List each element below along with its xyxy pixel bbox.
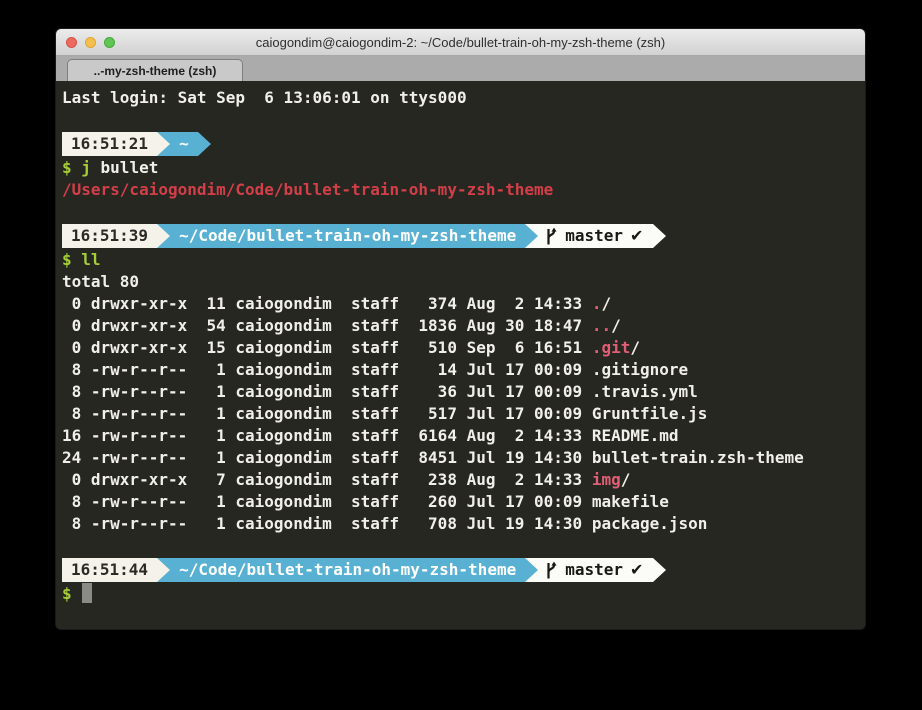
terminal-text: 8 -rw-r--r-- 1 caiogondim staff 517 Jul … — [62, 404, 592, 423]
desktop: { "window": { "title": "caiogondim@caiog… — [0, 0, 922, 710]
terminal-text: 16 -rw-r--r-- 1 caiogondim staff 6164 Au… — [62, 426, 592, 445]
prompt-git-segment: master ✔ — [538, 224, 653, 248]
terminal-text: img — [592, 470, 621, 489]
terminal-text: package.json — [592, 514, 708, 533]
powerline-arrow-icon — [653, 558, 666, 582]
terminal-text: 8 -rw-r--r-- 1 caiogondim staff 14 Jul 1… — [62, 360, 592, 379]
prompt-time-segment: 16:51:39 — [62, 224, 157, 248]
terminal-text: /Users/caiogondim/Code/bullet-train-oh-m… — [62, 180, 553, 199]
terminal-text: 24 -rw-r--r-- 1 caiogondim staff 8451 Ju… — [62, 448, 592, 467]
powerline-arrow-icon — [157, 558, 170, 582]
terminal-text: $ j — [62, 158, 91, 177]
powerline-arrow-icon — [198, 132, 211, 156]
terminal-line: 8 -rw-r--r-- 1 caiogondim staff 708 Jul … — [62, 513, 865, 535]
terminal-line: $ j bullet — [62, 157, 865, 179]
terminal-line: $ ll — [62, 249, 865, 271]
powerline-arrow-icon — [157, 132, 170, 156]
git-clean-check-icon: ✔ — [630, 558, 643, 582]
prompt-git-segment: master ✔ — [538, 558, 653, 582]
git-branch-icon — [545, 561, 558, 580]
terminal-line: 0 drwxr-xr-x 11 caiogondim staff 374 Aug… — [62, 293, 865, 315]
terminal-cursor — [82, 583, 92, 603]
window-titlebar[interactable]: caiogondim@caiogondim-2: ~/Code/bullet-t… — [56, 29, 865, 56]
terminal-line: 8 -rw-r--r-- 1 caiogondim staff 14 Jul 1… — [62, 359, 865, 381]
terminal-line: /Users/caiogondim/Code/bullet-train-oh-m… — [62, 179, 865, 201]
powerline-arrow-icon — [525, 558, 538, 582]
close-button[interactable] — [66, 37, 77, 48]
prompt-path-segment: ~ — [170, 132, 198, 156]
terminal-text: README.md — [592, 426, 679, 445]
terminal-line: total 80 — [62, 271, 865, 293]
terminal-text: .travis.yml — [592, 382, 698, 401]
terminal-text: bullet-train.zsh-theme — [592, 448, 804, 467]
terminal-line: 16 -rw-r--r-- 1 caiogondim staff 6164 Au… — [62, 425, 865, 447]
terminal-line: 8 -rw-r--r-- 1 caiogondim staff 517 Jul … — [62, 403, 865, 425]
terminal-text: .. — [592, 316, 611, 335]
prompt-path-segment: ~/Code/bullet-train-oh-my-zsh-theme — [170, 224, 525, 248]
minimize-button[interactable] — [85, 37, 96, 48]
terminal-screen[interactable]: Last login: Sat Sep 6 13:06:01 on ttys00… — [56, 81, 865, 629]
terminal-text: / — [621, 470, 631, 489]
terminal-text: 0 drwxr-xr-x 15 caiogondim staff 510 Sep… — [62, 338, 592, 357]
powerline-arrow-icon — [525, 224, 538, 248]
tab-label: ..-my-zsh-theme (zsh) — [94, 64, 217, 78]
tab-terminal-session[interactable]: ..-my-zsh-theme (zsh) — [67, 59, 243, 82]
terminal-text: .git — [592, 338, 631, 357]
terminal-blank-line — [62, 535, 865, 557]
git-branch-name: master — [565, 558, 623, 582]
terminal-blank-line — [62, 201, 865, 223]
shell-prompt: 16:51:39 ~/Code/bullet-train-oh-my-zsh-th… — [62, 224, 865, 248]
shell-prompt: 16:51:44 ~/Code/bullet-train-oh-my-zsh-th… — [62, 558, 865, 582]
terminal-blank-line — [62, 109, 865, 131]
shell-prompt: 16:51:21 ~ — [62, 132, 865, 156]
terminal-text: makefile — [592, 492, 669, 511]
terminal-text: 8 -rw-r--r-- 1 caiogondim staff 260 Jul … — [62, 492, 592, 511]
terminal-text: total 80 — [62, 272, 139, 291]
terminal-line: 0 drwxr-xr-x 7 caiogondim staff 238 Aug … — [62, 469, 865, 491]
terminal-window: caiogondim@caiogondim-2: ~/Code/bullet-t… — [55, 28, 866, 630]
terminal-line: 0 drwxr-xr-x 15 caiogondim staff 510 Sep… — [62, 337, 865, 359]
terminal-line: $ — [62, 583, 865, 605]
terminal-text: / — [601, 294, 611, 313]
terminal-text: Last login: Sat Sep 6 13:06:01 on ttys00… — [62, 88, 467, 107]
terminal-text: 0 drwxr-xr-x 11 caiogondim staff 374 Aug… — [62, 294, 592, 313]
prompt-time-segment: 16:51:44 — [62, 558, 157, 582]
terminal-text: 0 drwxr-xr-x 7 caiogondim staff 238 Aug … — [62, 470, 592, 489]
powerline-arrow-icon — [653, 224, 666, 248]
traffic-lights — [66, 29, 115, 55]
terminal-text: / — [630, 338, 640, 357]
terminal-text: 8 -rw-r--r-- 1 caiogondim staff 708 Jul … — [62, 514, 592, 533]
terminal-line: 8 -rw-r--r-- 1 caiogondim staff 260 Jul … — [62, 491, 865, 513]
terminal-text: . — [592, 294, 602, 313]
window-title: caiogondim@caiogondim-2: ~/Code/bullet-t… — [256, 35, 666, 50]
terminal-line: Last login: Sat Sep 6 13:06:01 on ttys00… — [62, 87, 865, 109]
terminal-text: bullet — [91, 158, 158, 177]
terminal-text: .gitignore — [592, 360, 688, 379]
terminal-text: $ — [62, 584, 81, 603]
git-branch-icon — [545, 227, 558, 246]
prompt-time-segment: 16:51:21 — [62, 132, 157, 156]
git-clean-check-icon: ✔ — [630, 224, 643, 248]
terminal-text: 8 -rw-r--r-- 1 caiogondim staff 36 Jul 1… — [62, 382, 592, 401]
zoom-button[interactable] — [104, 37, 115, 48]
terminal-text: / — [611, 316, 621, 335]
terminal-text: 0 drwxr-xr-x 54 caiogondim staff 1836 Au… — [62, 316, 592, 335]
terminal-line: 8 -rw-r--r-- 1 caiogondim staff 36 Jul 1… — [62, 381, 865, 403]
tab-bar: ..-my-zsh-theme (zsh) — [56, 56, 865, 82]
git-branch-name: master — [565, 224, 623, 248]
terminal-text: $ ll — [62, 250, 101, 269]
terminal-line: 24 -rw-r--r-- 1 caiogondim staff 8451 Ju… — [62, 447, 865, 469]
terminal-line: 0 drwxr-xr-x 54 caiogondim staff 1836 Au… — [62, 315, 865, 337]
prompt-path-segment: ~/Code/bullet-train-oh-my-zsh-theme — [170, 558, 525, 582]
powerline-arrow-icon — [157, 224, 170, 248]
terminal-text: Gruntfile.js — [592, 404, 708, 423]
